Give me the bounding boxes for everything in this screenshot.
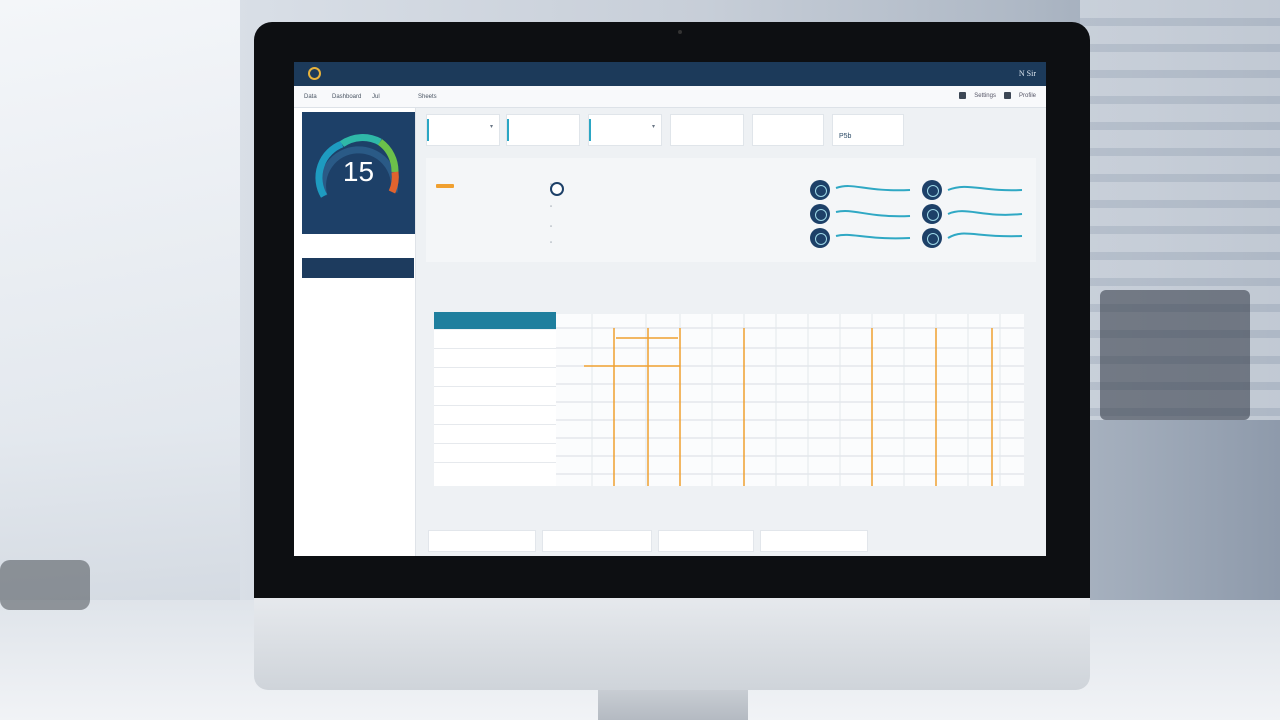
sidebar: 15	[294, 108, 416, 556]
table-row[interactable]	[434, 406, 556, 425]
table-row[interactable]	[434, 330, 556, 349]
breadcrumb-item[interactable]: Dashboard	[332, 94, 361, 100]
filter-card[interactable]	[670, 114, 744, 146]
table-row[interactable]	[434, 463, 556, 482]
filter-accent	[507, 119, 509, 141]
kpi-ring-icon	[922, 228, 942, 248]
kpi-ring-icon	[810, 180, 830, 200]
breadcrumb-actions: Settings Profile	[959, 92, 1036, 99]
summary-bar	[436, 184, 454, 188]
sidebar-item[interactable]	[302, 344, 414, 362]
filter-card[interactable]: P5b	[832, 114, 904, 146]
camera-dot	[678, 30, 682, 34]
logo-icon	[308, 67, 321, 80]
sparkline-group-left	[835, 185, 911, 240]
data-grid	[556, 300, 1024, 486]
user-name[interactable]: N Sir	[1019, 69, 1036, 78]
monitor-stand	[598, 690, 748, 720]
sidebar-item[interactable]	[302, 284, 414, 302]
kpi-ring-icon	[922, 204, 942, 224]
screen: N Sir Data Dashboard Jul Sheets Settings…	[294, 62, 1046, 556]
chevron-down-icon[interactable]: ▾	[652, 123, 655, 130]
breadcrumb-bar: Data Dashboard Jul Sheets Settings Profi…	[294, 86, 1046, 108]
breadcrumb-item[interactable]: Data	[304, 94, 317, 100]
table-header-cell[interactable]	[434, 312, 556, 329]
table-left-column	[434, 330, 556, 486]
table-row[interactable]	[434, 349, 556, 368]
sidebar-item[interactable]	[302, 364, 414, 382]
home-icon[interactable]	[959, 92, 967, 99]
filter-subtitle: P5b	[839, 133, 852, 140]
kpi-ring-icon	[922, 180, 942, 200]
kpi-ring-icon	[810, 204, 830, 224]
settings-link[interactable]: Settings	[974, 93, 996, 99]
background-object	[0, 560, 90, 610]
kpi-ring-icon	[810, 228, 830, 248]
breadcrumb-item[interactable]: Jul	[372, 94, 380, 100]
filter-card[interactable]	[506, 114, 580, 146]
monitor-chin	[254, 598, 1090, 690]
table-row[interactable]	[434, 368, 556, 387]
filter-card[interactable]: ▾	[588, 114, 662, 146]
profile-link[interactable]: Profile	[1019, 93, 1036, 99]
sidebar-item[interactable]	[302, 304, 414, 322]
filter-accent	[589, 119, 591, 141]
grid-lines	[556, 314, 1024, 486]
chevron-down-icon[interactable]: ▾	[490, 123, 493, 130]
sidebar-item[interactable]	[302, 384, 414, 402]
sparkline-group-right	[947, 185, 1023, 239]
info-icon[interactable]: ▫	[550, 204, 552, 210]
info-icon[interactable]: ▫	[550, 240, 552, 246]
target-icon	[550, 182, 564, 196]
table-row[interactable]	[434, 425, 556, 444]
filter-card[interactable]	[752, 114, 824, 146]
bottom-card[interactable]	[658, 530, 754, 552]
breadcrumb-item[interactable]: Sheets	[418, 94, 437, 100]
sidebar-item[interactable]	[302, 324, 414, 342]
bottom-card[interactable]	[428, 530, 536, 552]
summary-panel: ▫ ▫ ▫ ▫	[426, 158, 1036, 262]
filter-card[interactable]: ▾	[426, 114, 500, 146]
filter-accent	[427, 119, 429, 141]
background-monitor	[1100, 290, 1250, 420]
table-row[interactable]	[434, 444, 556, 463]
info-icon[interactable]: ▫	[550, 224, 552, 230]
bottom-card[interactable]	[542, 530, 652, 552]
bottom-card[interactable]	[760, 530, 868, 552]
gauge-card: 15	[302, 112, 415, 234]
table-row[interactable]	[434, 387, 556, 406]
sidebar-item-active[interactable]	[302, 258, 414, 278]
top-bar: N Sir	[294, 62, 1046, 86]
lock-icon[interactable]	[1003, 92, 1011, 99]
gauge-value: 15	[342, 156, 375, 187]
